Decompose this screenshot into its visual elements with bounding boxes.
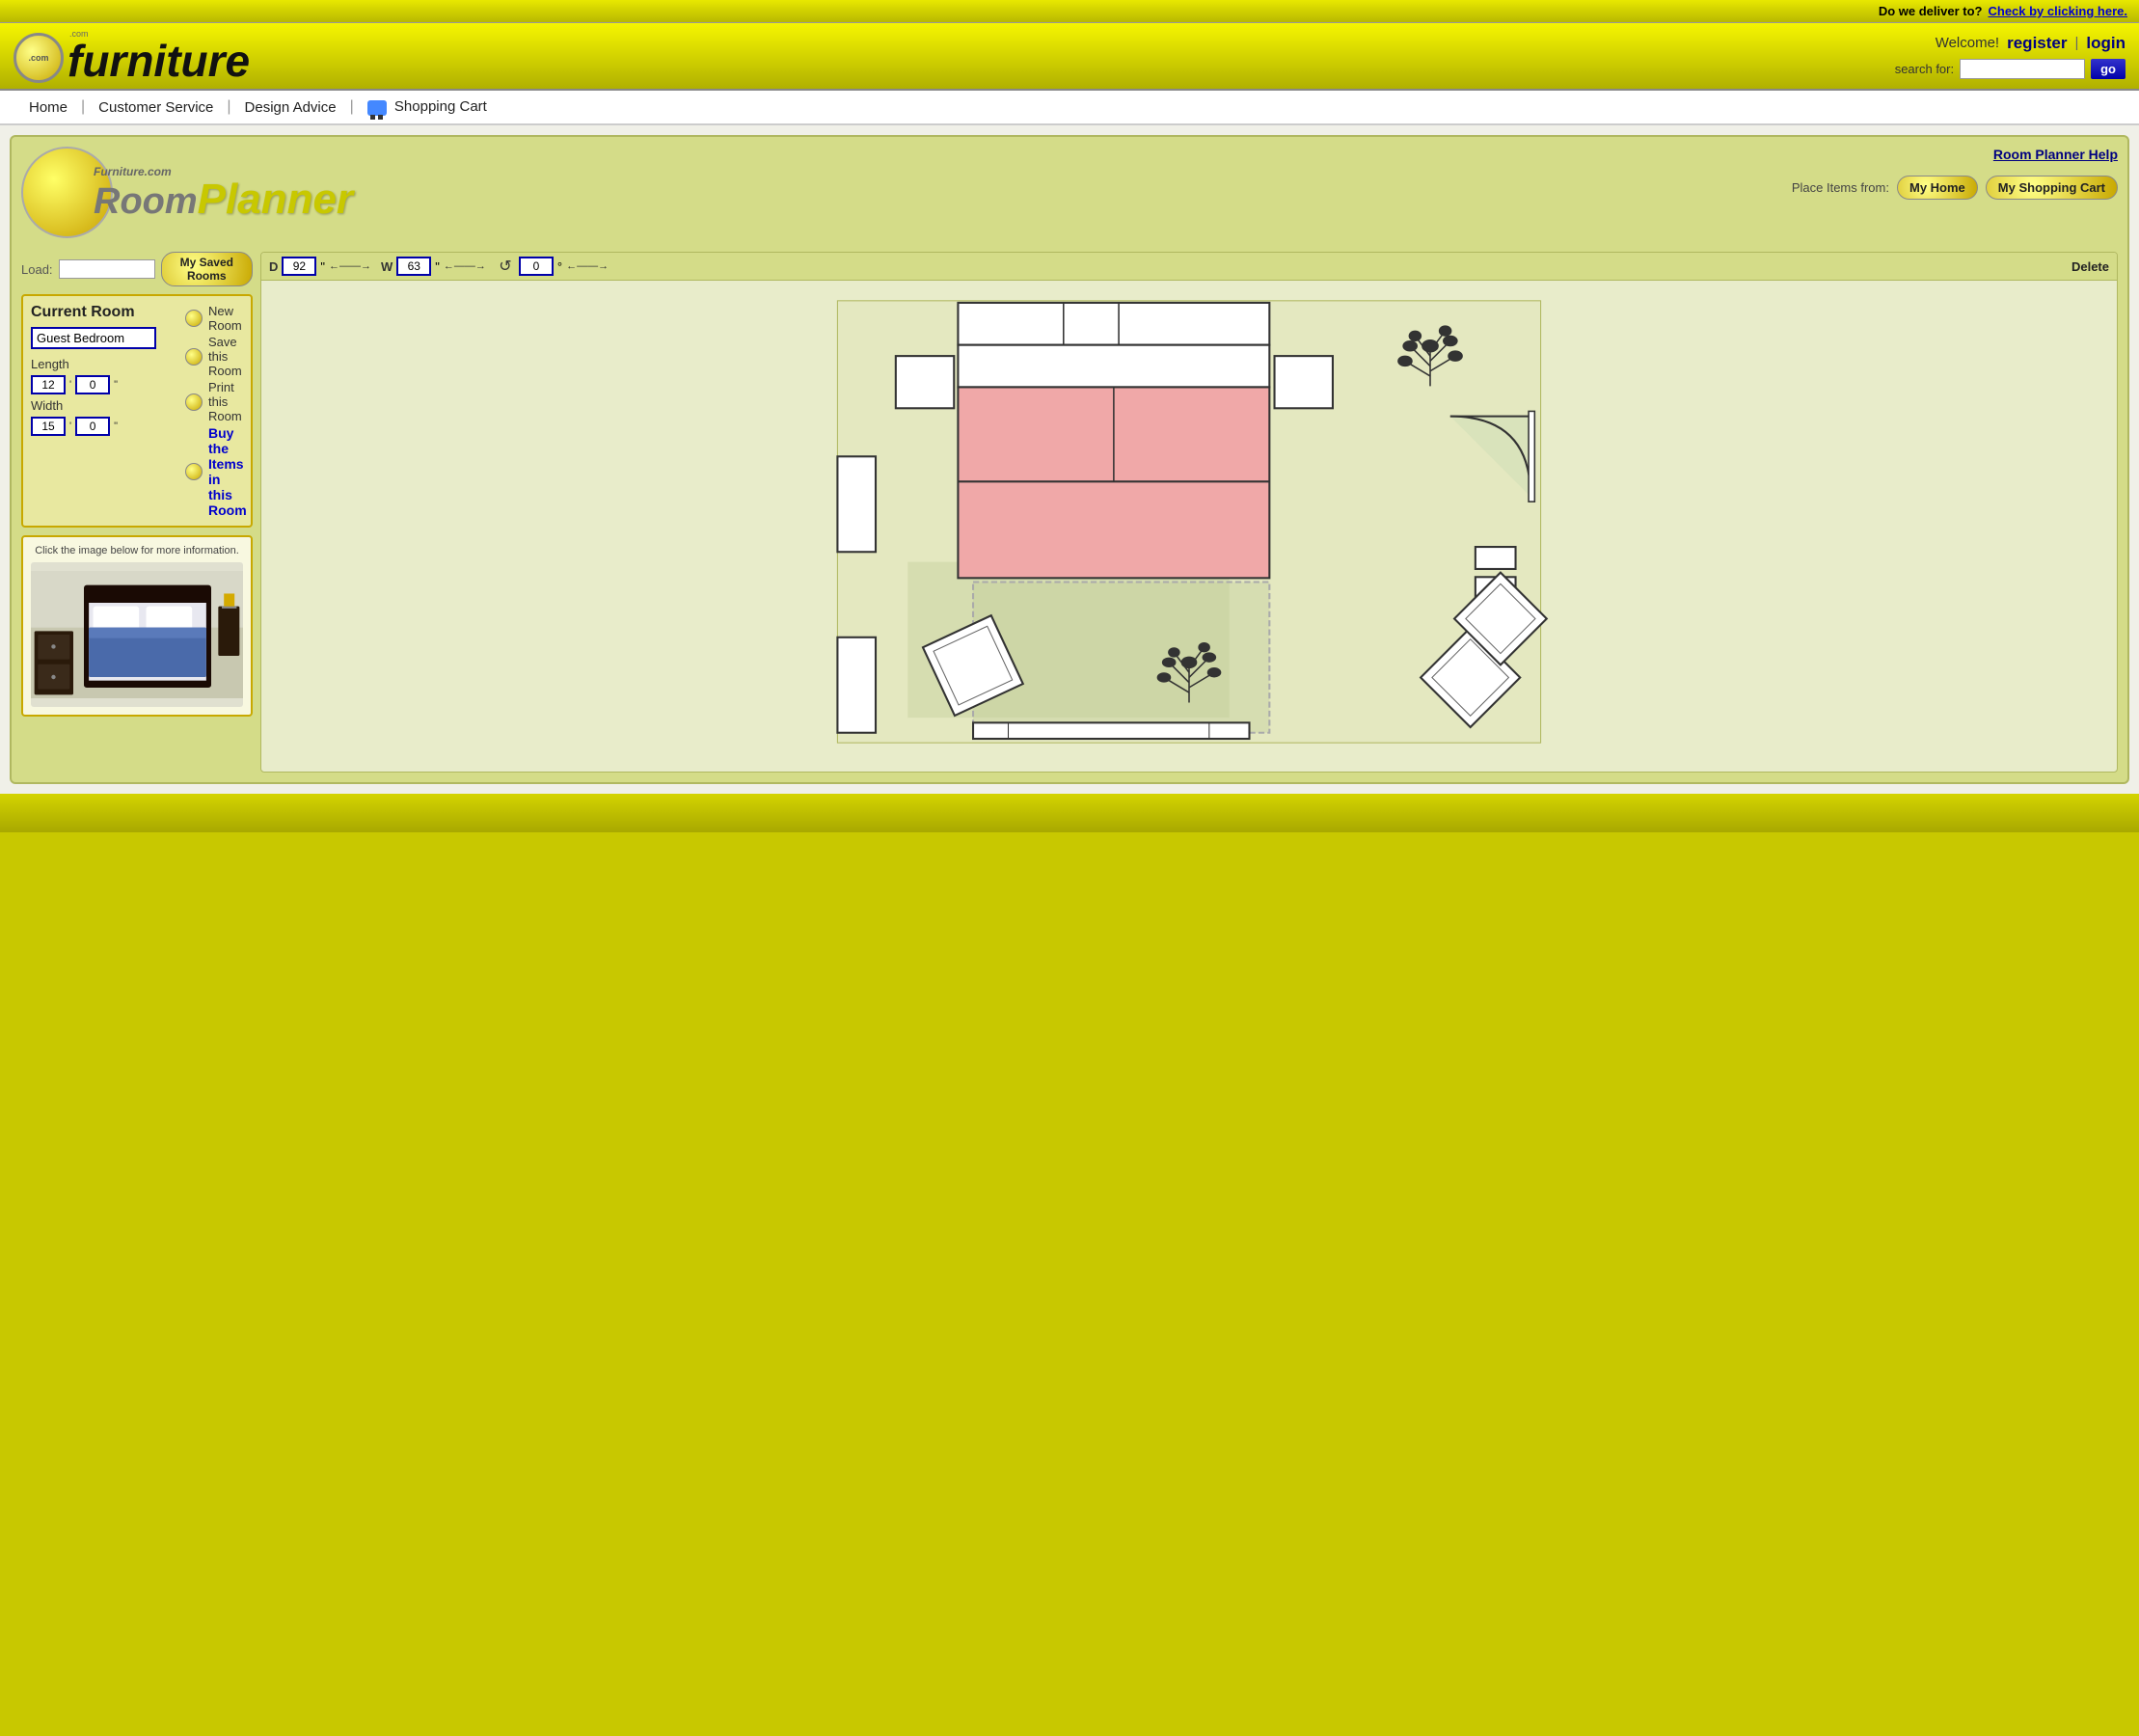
help-link[interactable]: Room Planner Help bbox=[1993, 147, 2118, 162]
pipe-sep: | bbox=[2074, 35, 2078, 51]
auth-row: Welcome! register | login bbox=[1936, 34, 2125, 53]
planner-logo-area: Furniture.com Room Planner bbox=[21, 147, 353, 238]
depth-unit: " bbox=[320, 259, 325, 274]
width-unit: " bbox=[435, 259, 440, 274]
room-dims-area: Current Room Length ' " bbox=[31, 304, 156, 518]
logo-circle-text: .com bbox=[28, 53, 48, 63]
search-label: search for: bbox=[1895, 62, 1954, 76]
search-row: search for: go bbox=[1895, 59, 2125, 79]
nav-design-advice[interactable]: Design Advice bbox=[231, 99, 350, 116]
main-content: Furniture.com Room Planner Room Planner … bbox=[0, 125, 2139, 794]
go-button[interactable]: go bbox=[2091, 59, 2125, 79]
planner-body: Load: My Saved Rooms Current Room Length bbox=[21, 252, 2118, 773]
planner-name-row: Room Planner bbox=[94, 178, 353, 221]
length-inputs: ' " bbox=[31, 375, 156, 394]
current-room-title: Current Room bbox=[31, 304, 156, 321]
load-label: Load: bbox=[21, 262, 53, 277]
floor-plan[interactable] bbox=[261, 281, 2117, 763]
check-link[interactable]: Check by clicking here. bbox=[1988, 4, 2127, 18]
width-in-input[interactable] bbox=[75, 417, 110, 436]
depth-input[interactable] bbox=[282, 257, 316, 276]
nav-home[interactable]: Home bbox=[15, 99, 81, 116]
buy-items-action[interactable]: Buy the Items in this Room bbox=[185, 425, 247, 518]
width-tb-label: W bbox=[381, 259, 393, 274]
rotate-group: ↺ ° ←——→ bbox=[496, 257, 609, 276]
logo-text: .com furniture bbox=[68, 29, 250, 83]
room-box-inner: Current Room Length ' " bbox=[31, 304, 243, 518]
nav-bar: Home | Customer Service | Design Advice … bbox=[0, 91, 2139, 125]
nav-customer-service[interactable]: Customer Service bbox=[85, 99, 227, 116]
room-canvas: D " ←——→ W " ←——→ ↺ ° bbox=[260, 252, 2118, 773]
bottom-bar bbox=[0, 794, 2139, 832]
logo-furniture: furniture bbox=[68, 39, 250, 83]
save-room-bullet bbox=[185, 348, 203, 366]
item-preview-box: Click the image below for more informati… bbox=[21, 535, 253, 717]
rotate-icon[interactable]: ↺ bbox=[496, 257, 515, 276]
new-room-action[interactable]: New Room bbox=[185, 304, 247, 333]
deliver-text: Do we deliver to? bbox=[1879, 4, 1983, 18]
room-planner: Furniture.com Room Planner Room Planner … bbox=[10, 135, 2129, 784]
save-room-label: Save this Room bbox=[208, 335, 247, 378]
width-row: Width bbox=[31, 398, 156, 413]
rotate-arrow: ←——→ bbox=[566, 260, 609, 272]
planner-top-right: Room Planner Help Place Items from: My H… bbox=[1792, 147, 2118, 200]
preview-title: Click the image below for more informati… bbox=[31, 545, 243, 556]
buy-items-bullet bbox=[185, 463, 203, 480]
place-items-row: Place Items from: My Home My Shopping Ca… bbox=[1792, 176, 2118, 200]
header-right: Welcome! register | login search for: go bbox=[1895, 34, 2125, 79]
preview-image[interactable] bbox=[31, 562, 243, 707]
rotate-unit: ° bbox=[557, 259, 562, 274]
canvas-toolbar: D " ←——→ W " ←——→ ↺ ° bbox=[261, 253, 2117, 281]
depth-arrow: ←——→ bbox=[329, 260, 371, 272]
logo-circle: .com bbox=[14, 33, 64, 83]
depth-group: D " ←——→ bbox=[269, 257, 371, 276]
my-shopping-cart-button[interactable]: My Shopping Cart bbox=[1986, 176, 2118, 200]
header: .com .com furniture Welcome! register | … bbox=[0, 23, 2139, 91]
delete-button[interactable]: Delete bbox=[2071, 259, 2109, 274]
print-room-bullet bbox=[185, 393, 203, 411]
width-inputs: ' " bbox=[31, 417, 156, 436]
new-room-label: New Room bbox=[208, 304, 247, 333]
login-link[interactable]: login bbox=[2086, 34, 2125, 53]
planner-header: Furniture.com Room Planner Room Planner … bbox=[21, 147, 2118, 244]
place-items-label: Place Items from: bbox=[1792, 180, 1889, 195]
length-ft-input[interactable] bbox=[31, 375, 66, 394]
width-group: W " ←——→ bbox=[381, 257, 486, 276]
planner-title-block: Furniture.com Room Planner bbox=[94, 165, 353, 221]
load-input[interactable] bbox=[59, 259, 155, 279]
print-room-label: Print this Room bbox=[208, 380, 247, 423]
room-floor-plan-svg bbox=[261, 281, 2117, 763]
width-arrow: ←——→ bbox=[444, 260, 486, 272]
planner-room-text: Room bbox=[94, 183, 198, 220]
rotate-input[interactable] bbox=[519, 257, 554, 276]
length-label: Length bbox=[31, 357, 69, 371]
buy-items-label: Buy the Items in this Room bbox=[208, 425, 247, 518]
left-panel: Load: My Saved Rooms Current Room Length bbox=[21, 252, 253, 717]
load-section: Load: My Saved Rooms bbox=[21, 252, 253, 286]
new-room-bullet bbox=[185, 310, 203, 327]
welcome-text: Welcome! bbox=[1936, 35, 1999, 51]
current-room-box: Current Room Length ' " bbox=[21, 294, 253, 528]
cart-icon bbox=[367, 100, 387, 116]
room-name-input[interactable] bbox=[31, 327, 156, 349]
length-in-input[interactable] bbox=[75, 375, 110, 394]
my-saved-rooms-button[interactable]: My Saved Rooms bbox=[161, 252, 253, 286]
my-home-button[interactable]: My Home bbox=[1897, 176, 1978, 200]
search-input[interactable] bbox=[1960, 59, 2085, 79]
bed-preview-svg bbox=[31, 562, 243, 707]
planner-planner-text: Planner bbox=[198, 178, 353, 221]
width-tb-input[interactable] bbox=[396, 257, 431, 276]
top-bar: Do we deliver to? Check by clicking here… bbox=[0, 0, 2139, 23]
logo-area: .com .com furniture bbox=[14, 29, 250, 83]
length-row: Length bbox=[31, 357, 156, 371]
register-link[interactable]: register bbox=[2007, 34, 2067, 53]
nav-shopping-cart[interactable]: Shopping Cart bbox=[354, 98, 501, 115]
save-room-action[interactable]: Save this Room bbox=[185, 335, 247, 378]
depth-label: D bbox=[269, 259, 278, 274]
width-ft-input[interactable] bbox=[31, 417, 66, 436]
width-label: Width bbox=[31, 398, 63, 413]
print-room-action[interactable]: Print this Room bbox=[185, 380, 247, 423]
room-actions: New Room Save this Room Print this Room bbox=[185, 304, 247, 518]
